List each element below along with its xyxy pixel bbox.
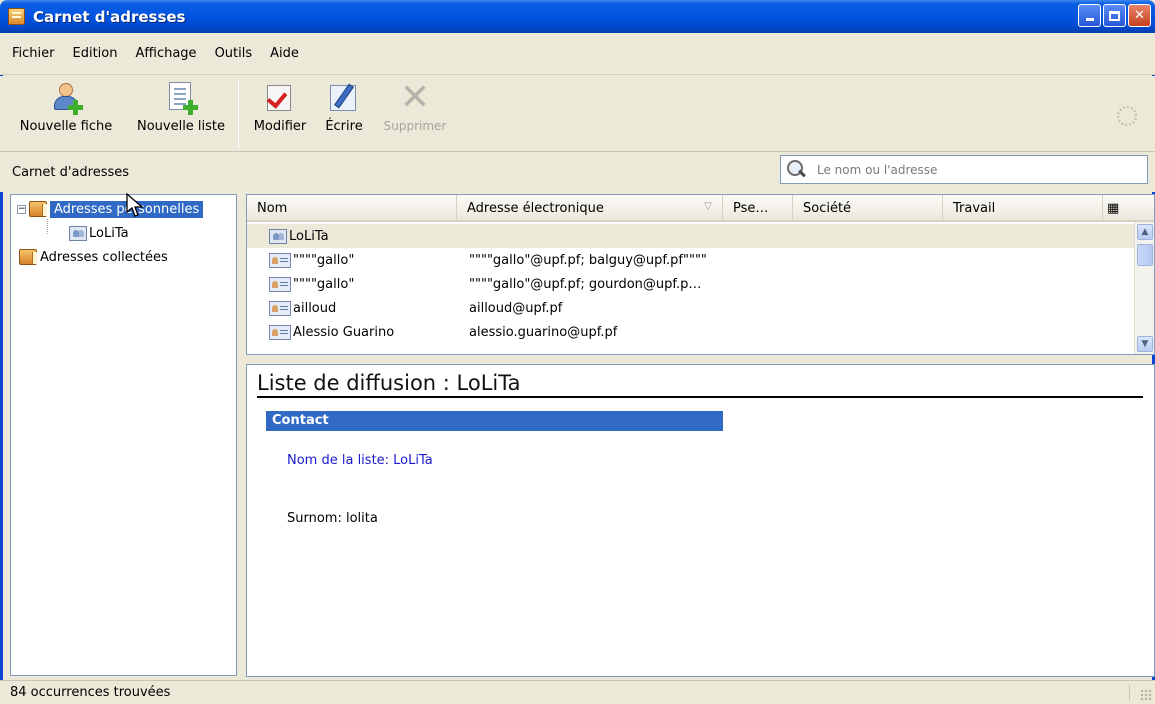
search-box[interactable] (780, 155, 1148, 184)
scroll-up-icon[interactable]: ▲ (1137, 224, 1153, 240)
table-scrollbar[interactable]: ▲ ▼ (1134, 222, 1154, 354)
mailing-list-icon (69, 225, 87, 241)
contact-card-icon (269, 324, 291, 340)
menu-fichier[interactable]: Fichier (5, 44, 62, 63)
sort-indicator-icon: ▽ (704, 201, 712, 212)
address-book-icon (8, 8, 25, 25)
contact-section-header: Contact (266, 411, 723, 431)
status-bar: 84 occurrences trouvées (0, 680, 1155, 704)
row-email: """"gallo"@upf.pf; balguy@upf.pf"""" (469, 252, 707, 268)
column-picker-icon[interactable]: ▦ (1103, 195, 1125, 221)
table-body: LoLiTa """"gallo" """"gallo"@upf.pf; bal… (247, 224, 1136, 344)
resize-grip-icon[interactable] (1140, 689, 1152, 701)
pane-caption: Carnet d'adresses (12, 164, 130, 180)
delete-button[interactable]: ✕ Supprimer (373, 76, 457, 146)
minimize-icon (1085, 18, 1094, 21)
details-title: Liste de diffusion : LoLiTa (257, 371, 1143, 398)
new-card-button[interactable]: Nouvelle fiche (2, 76, 130, 146)
write-icon (327, 81, 361, 115)
window-controls: ✕ (1078, 4, 1151, 27)
toolbar-separator (238, 80, 239, 148)
edit-label: Modifier (253, 119, 307, 134)
column-header-company[interactable]: Société (793, 195, 943, 221)
activity-throbber-icon (1117, 106, 1137, 126)
contact-details-pane: Liste de diffusion : LoLiTa Contact Nom … (246, 364, 1155, 677)
status-text: 84 occurrences trouvées (10, 685, 1130, 700)
new-card-label: Nouvelle fiche (19, 119, 113, 134)
table-row[interactable]: """"gallo" """"gallo"@upf.pf; gourdon@up… (247, 272, 1136, 296)
column-label: Pse… (733, 200, 769, 216)
scroll-thumb[interactable] (1137, 244, 1153, 266)
scroll-down-icon[interactable]: ▼ (1137, 336, 1153, 352)
row-name: ailloud (293, 300, 337, 316)
title-bar[interactable]: Carnet d'adresses ✕ (0, 0, 1155, 33)
table-row[interactable]: LoLiTa (247, 224, 1136, 248)
delete-label: Supprimer (383, 119, 447, 133)
search-icon[interactable] (785, 158, 809, 182)
table-header: Nom Adresse électronique ▽ Pse… Société T… (247, 195, 1154, 222)
table-row[interactable]: ailloud ailloud@upf.pf (247, 296, 1136, 320)
contact-card-icon (269, 300, 291, 316)
write-button[interactable]: Écrire (315, 76, 373, 146)
contacts-table[interactable]: Nom Adresse électronique ▽ Pse… Société T… (246, 194, 1155, 355)
tree-item-personal[interactable]: − Adresses personnelles (17, 198, 204, 220)
nickname-value: Surnom: lolita (287, 511, 378, 526)
contact-card-icon (269, 252, 291, 268)
list-name-value: Nom de la liste: LoLiTa (287, 453, 433, 468)
row-name: """"gallo" (293, 252, 355, 268)
menu-aide[interactable]: Aide (263, 44, 306, 63)
column-label: Adresse électronique (467, 200, 604, 216)
row-name: """"gallo" (293, 276, 355, 292)
toolbar: Nouvelle fiche Nouvelle liste Modifier É… (0, 76, 1155, 152)
edit-icon (263, 81, 297, 115)
tree-connector (47, 219, 48, 234)
contact-card-icon (269, 276, 291, 292)
mailing-list-icon (269, 228, 287, 244)
table-row[interactable]: Alessio Guarino alessio.guarino@upf.pf (247, 320, 1136, 344)
maximize-icon (1109, 10, 1120, 21)
address-book-icon (29, 201, 47, 217)
address-book-header: Carnet d'adresses (0, 152, 1155, 192)
menu-edition[interactable]: Edition (66, 44, 125, 63)
menu-outils[interactable]: Outils (208, 44, 260, 63)
menu-affichage[interactable]: Affichage (128, 44, 203, 63)
column-label: Nom (257, 200, 288, 216)
row-email: """"gallo"@upf.pf; gourdon@upf.p… (469, 276, 702, 292)
column-label: Travail (953, 200, 996, 216)
tree-item-lolita[interactable]: LoLiTa (69, 222, 129, 244)
new-contact-icon (49, 81, 83, 115)
row-email: ailloud@upf.pf (469, 300, 563, 316)
delete-icon: ✕ (399, 77, 431, 118)
write-label: Écrire (325, 119, 363, 134)
directory-tree[interactable]: − Adresses personnelles LoLiTa Adresses … (10, 194, 237, 676)
table-row[interactable]: """"gallo" """"gallo"@upf.pf; balguy@upf… (247, 248, 1136, 272)
close-button[interactable]: ✕ (1128, 4, 1151, 27)
tree-item-label: Adresses collectées (40, 249, 168, 265)
column-header-work[interactable]: Travail (943, 195, 1103, 221)
window-title: Carnet d'adresses (33, 7, 186, 26)
column-header-nickname[interactable]: Pse… (723, 195, 793, 221)
address-book-icon (19, 249, 37, 265)
search-input[interactable] (817, 162, 1137, 177)
row-name: LoLiTa (289, 228, 329, 244)
new-list-icon (164, 81, 198, 115)
minimize-button[interactable] (1078, 4, 1101, 27)
column-label: Société (803, 200, 852, 216)
row-email: alessio.guarino@upf.pf (469, 324, 618, 340)
row-name: Alessio Guarino (293, 324, 395, 340)
close-icon: ✕ (1134, 8, 1145, 23)
column-header-email[interactable]: Adresse électronique ▽ (457, 195, 723, 221)
new-list-label: Nouvelle liste (136, 119, 226, 134)
new-list-button[interactable]: Nouvelle liste (130, 76, 232, 146)
tree-item-label: LoLiTa (89, 225, 129, 241)
edit-button[interactable]: Modifier (245, 76, 315, 146)
maximize-button[interactable] (1103, 4, 1126, 27)
collapse-icon[interactable]: − (17, 204, 26, 214)
tree-item-collected[interactable]: Adresses collectées (19, 246, 168, 268)
menu-bar: Fichier Edition Affichage Outils Aide (0, 33, 1155, 75)
column-header-name[interactable]: Nom (247, 195, 457, 221)
